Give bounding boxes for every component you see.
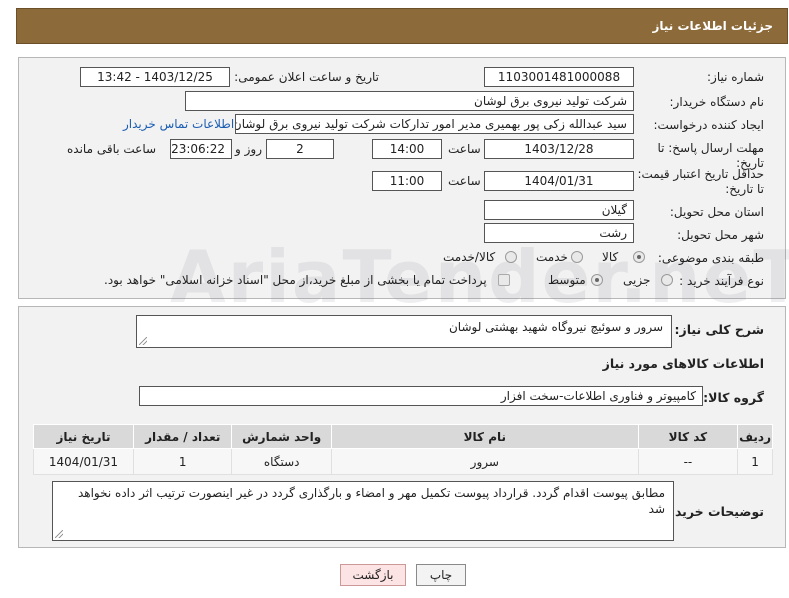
cell-code: -- [637,448,739,475]
treasury-payment-checkbox[interactable] [498,274,510,286]
resize-grip-icon[interactable] [55,530,63,538]
need-number-field: 1103001481000088 [484,67,634,87]
price-validity-label: حداقل تاریخ اعتبار قیمت: تا تاریخ: [637,167,764,196]
back-button[interactable]: بازگشت [340,564,406,586]
page-header: جزئیات اطلاعات نیاز [16,8,788,44]
goods-section-title: اطلاعات کالاهای مورد نیاز [602,356,764,371]
city-label: شهر محل تحویل: [677,228,764,242]
process-medium-radio[interactable] [591,274,603,286]
process-minor-radio[interactable] [661,274,673,286]
category-both-label: کالا/خدمت [443,250,496,264]
category-service-label: خدمت [536,250,568,264]
goods-group-field: کامپیوتر و فناوری اطلاعات-سخت افزار [139,386,703,406]
col-unit: واحد شمارش [231,424,332,449]
price-date-field: 1404/01/31 [484,171,634,191]
col-date: تاریخ نیاز [33,424,134,449]
col-code: کد کالا [637,424,739,449]
cell-date: 1404/01/31 [33,448,134,475]
table-row[interactable]: 1 -- سرور دستگاه 1 1404/01/31 [33,448,773,475]
buyer-notes-text: مطابق پیوست اقدام گردد. قرارداد پیوست تک… [77,486,665,516]
cell-row: 1 [737,448,773,475]
category-goods-label: کالا [602,250,619,264]
summary-textarea[interactable]: سرور و سوئیچ نیروگاه شهید بهشتی لوشان [136,315,672,348]
buyer-notes-label: توضیحات خریدار: [658,504,764,519]
announce-field: 1403/12/25 - 13:42 [80,67,230,87]
category-label: طبقه بندی موضوعی: [657,251,764,265]
col-row: ردیف [737,424,773,449]
treasury-payment-note: پرداخت تمام یا بخشی از مبلغ خرید،از محل … [104,273,487,287]
table-header-row: ردیف کد کالا نام کالا واحد شمارش تعداد /… [33,424,773,449]
province-field: گیلان [484,200,634,220]
price-time-field: 11:00 [372,171,442,191]
category-both-radio[interactable] [505,251,517,263]
days-label: روز و [235,142,262,156]
deadline-date-field: 1403/12/28 [484,139,634,159]
deadline-time-field: 14:00 [372,139,442,159]
city-field: رشت [484,223,634,243]
resize-grip-icon[interactable] [139,337,147,345]
goods-table: ردیف کد کالا نام کالا واحد شمارش تعداد /… [33,424,773,475]
summary-label: شرح کلی نیاز: [674,322,764,337]
buyer-label: نام دستگاه خریدار: [669,95,765,109]
province-label: استان محل تحویل: [669,205,764,219]
goods-group-label: گروه کالا: [703,390,764,405]
need-number-label: شماره نیاز: [707,70,764,84]
process-label: نوع فرآیند خرید : [679,274,764,288]
cell-unit: دستگاه [231,448,332,475]
page-title: جزئیات اطلاعات نیاز [652,19,773,33]
creator-field: سید عبدالله زکی پور بهمیری مدیر امور تدا… [235,114,634,134]
deadline-time-label: ساعت [448,142,481,156]
col-name: نام کالا [330,424,639,449]
price-time-label: ساعت [448,174,481,188]
cell-name: سرور [330,448,639,475]
announce-label: تاریخ و ساعت اعلان عمومی: [234,70,379,84]
col-qty: تعداد / مقدار [132,424,233,449]
category-service-radio[interactable] [571,251,583,263]
summary-text: سرور و سوئیچ نیروگاه شهید بهشتی لوشان [448,320,663,334]
buyer-contact-link[interactable]: اطلاعات تماس خریدار [123,117,234,131]
buyer-notes-textarea[interactable]: مطابق پیوست اقدام گردد. قرارداد پیوست تک… [52,481,674,541]
process-medium-label: متوسط [548,273,586,287]
print-button[interactable]: چاپ [416,564,466,586]
days-field: 2 [266,139,334,159]
remaining-label: ساعت باقی مانده [67,142,157,156]
category-goods-radio[interactable] [633,251,645,263]
creator-label: ایجاد کننده درخواست: [653,118,764,132]
cell-qty: 1 [132,448,233,475]
process-minor-label: جزیی [623,273,651,287]
buyer-field: شرکت تولید نیروی برق لوشان [185,91,634,111]
remaining-time-field: 23:06:22 [170,139,232,159]
